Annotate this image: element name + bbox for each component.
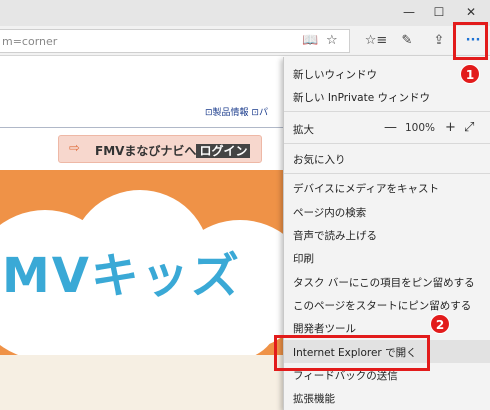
window-titlebar: — ☐ ✕ (0, 0, 490, 26)
highlight-box-more (453, 22, 488, 60)
step-badge-2: 2 (430, 314, 450, 334)
reading-view-icon[interactable]: 📖 (302, 33, 318, 48)
highlight-box-open-ie (274, 335, 430, 371)
minimize-icon: — (403, 5, 415, 19)
menu-item-extensions[interactable]: 拡張機能 (284, 386, 490, 409)
hero-banner: MVキッズ (0, 170, 290, 355)
fullscreen-icon[interactable]: ⤢ (464, 120, 474, 135)
menu-separator (284, 173, 490, 174)
menu-item-new-inprivate[interactable]: 新しい InPrivate ウィンドウ (284, 85, 490, 108)
menu-item-find[interactable]: ページ内の検索 (284, 200, 490, 223)
site-logo: MVキッズ (2, 248, 241, 304)
zoom-out-button[interactable]: — (384, 120, 397, 135)
menu-item-pin-start[interactable]: このページをスタートにピン留めする (284, 293, 490, 316)
favorite-star-icon[interactable]: ☆ (326, 33, 338, 48)
minimize-button[interactable]: — (398, 2, 420, 22)
header-divider (0, 127, 290, 128)
close-icon: ✕ (465, 5, 477, 19)
menu-separator (284, 143, 490, 144)
menu-item-read-aloud[interactable]: 音声で読み上げる (284, 223, 490, 246)
menu-separator (284, 111, 490, 112)
pen-icon: ✎ (401, 33, 413, 48)
maximize-button[interactable]: ☐ (428, 2, 450, 22)
hub-button[interactable]: ☆≡ (364, 31, 388, 51)
content-area (0, 355, 290, 410)
close-button[interactable]: ✕ (460, 2, 482, 22)
browser-toolbar: m=corner 📖 ☆ ☆≡ ✎ ⇪ ··· (0, 26, 490, 56)
login-button[interactable]: ⇨ FMVまなびナビへ ログイン (58, 135, 262, 163)
share-button[interactable]: ⇪ (427, 31, 451, 51)
share-icon: ⇪ (433, 33, 445, 48)
login-arrow-icon: ⇨ (69, 141, 80, 156)
notes-button[interactable]: ✎ (395, 31, 419, 51)
zoom-level: 100% (405, 122, 436, 134)
menu-item-print[interactable]: 印刷 (284, 246, 490, 269)
menu-item-favorites[interactable]: お気に入り (284, 147, 490, 170)
login-label: FMVまなびナビへ ログイン (95, 142, 251, 159)
address-bar[interactable]: m=corner 📖 ☆ (0, 29, 350, 53)
zoom-in-button[interactable]: + (445, 120, 456, 135)
hub-icon: ☆≡ (364, 33, 388, 48)
menu-item-cast[interactable]: デバイスにメディアをキャスト (284, 176, 490, 199)
menu-item-pin-taskbar[interactable]: タスク バーにこの項目をピン留めする (284, 270, 490, 293)
menu-item-zoom: 拡大 — 100% + ⤢ (293, 120, 475, 136)
step-badge-1: 1 (460, 64, 480, 84)
address-text: m=corner (2, 35, 58, 48)
maximize-icon: ☐ (433, 5, 445, 19)
header-nav-links[interactable]: ⊡製品情報 ⊡パ (205, 105, 268, 118)
